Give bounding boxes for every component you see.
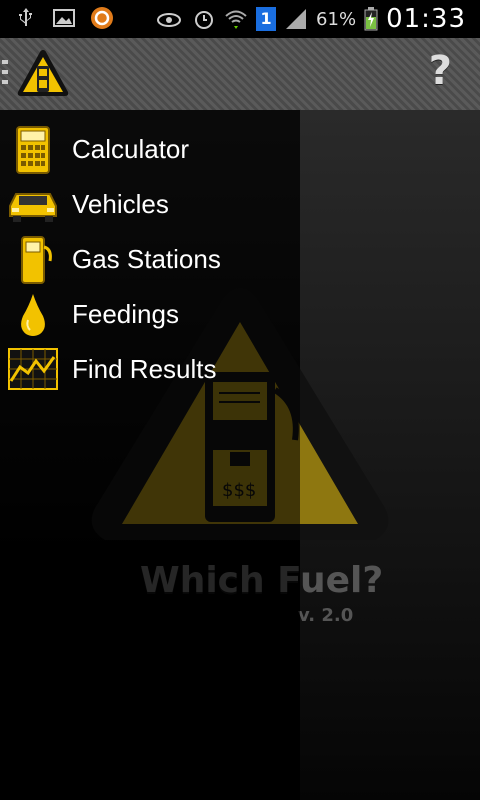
usb-icon: [19, 8, 32, 26]
menu-label-calculator: Calculator: [72, 134, 190, 164]
help-button[interactable]: ?: [429, 48, 452, 94]
menu-item-find-results[interactable]: Find Results: [0, 342, 300, 397]
system-icons: 1 61% 01:33: [154, 4, 466, 34]
alarm-icon: [195, 11, 214, 29]
calculator-icon: [16, 125, 50, 174]
menu-label-gas-stations: Gas Stations: [72, 244, 221, 274]
menu-item-vehicles[interactable]: Vehicles: [0, 177, 300, 232]
gallery-icon: [53, 9, 75, 27]
app-logo-icon[interactable]: [16, 48, 70, 100]
menu-item-feedings[interactable]: Feedings: [0, 287, 300, 342]
notification-count-badge: 1: [256, 7, 277, 31]
car-icon: [9, 192, 57, 222]
menu-item-gas-stations[interactable]: Gas Stations: [0, 232, 300, 287]
drawer-indicator-icon[interactable]: [2, 60, 8, 88]
menu-label-feedings: Feedings: [72, 299, 179, 329]
wifi-icon: [225, 10, 247, 29]
battery-percent: 61%: [316, 8, 357, 30]
menu-label-find-results: Find Results: [72, 354, 217, 384]
fuel-drop-icon: [21, 293, 45, 336]
battery-charging-icon: [364, 7, 378, 31]
app-notification-icon: [91, 7, 113, 29]
eye-icon: [157, 13, 182, 27]
signal-icon: [286, 9, 307, 29]
menu-label-vehicles: Vehicles: [72, 189, 169, 219]
clock: 01:33: [386, 4, 466, 34]
menu-item-calculator[interactable]: Calculator: [0, 122, 300, 177]
notification-icons: [14, 6, 114, 30]
status-bar: 1 61% 01:33: [0, 0, 480, 38]
app-version: v. 2.0: [298, 605, 354, 626]
action-bar: ?: [0, 38, 480, 110]
navigation-drawer: Calculator Vehicles Gas Stations Feeding…: [0, 110, 300, 800]
chart-icon: [8, 347, 58, 390]
fuel-pump-icon: [21, 235, 52, 284]
